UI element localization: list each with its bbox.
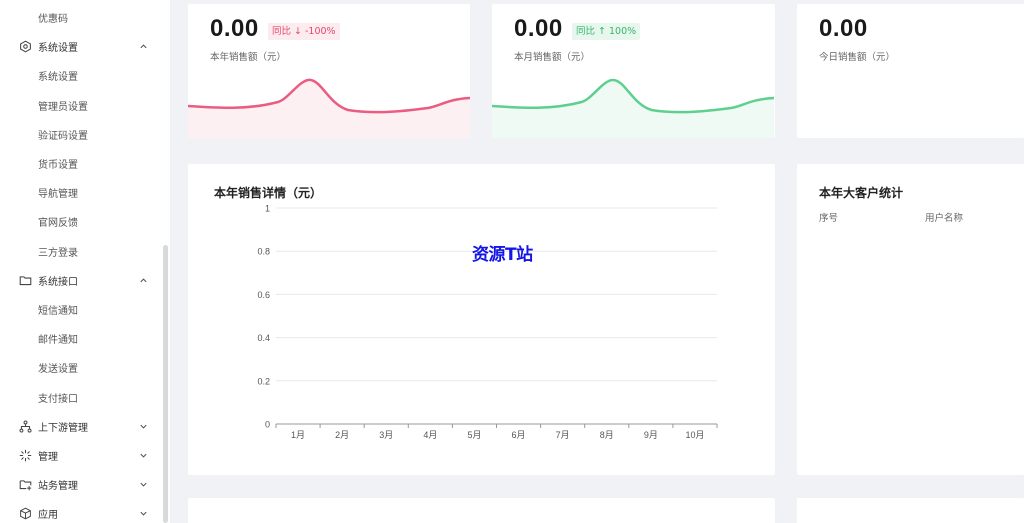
folder-icon bbox=[18, 273, 32, 287]
sidebar-item-label: 应用 bbox=[38, 510, 58, 522]
chevron-down-icon[interactable] bbox=[138, 421, 148, 431]
sidebar-item-label: 优惠码 bbox=[38, 14, 68, 25]
sidebar-item-label: 支付接口 bbox=[38, 393, 78, 405]
network-icon bbox=[18, 419, 32, 433]
sidebar-item-label: 短信通知 bbox=[38, 306, 78, 317]
sidebar-item-label: 邮件通知 bbox=[38, 335, 78, 347]
chevron-up-icon[interactable] bbox=[138, 275, 148, 285]
sidebar-group[interactable]: 应用 bbox=[0, 499, 162, 523]
sidebar-item[interactable]: 发送设置 bbox=[0, 353, 162, 382]
stat-card-today: 0.00 今日销售额（元） bbox=[797, 4, 1024, 138]
sidebar-item[interactable]: 三方登录 bbox=[0, 237, 162, 266]
sidebar-item-label: 系统设置 bbox=[38, 43, 78, 55]
sidebar-item-label: 货币设置 bbox=[38, 160, 78, 171]
sales-detail-title: 本年销售详情（元） bbox=[214, 186, 323, 200]
column-header-index: 序号 bbox=[819, 213, 839, 224]
stat-value: 0.00 bbox=[210, 15, 259, 42]
sidebar-item[interactable]: 货币设置 bbox=[0, 149, 162, 178]
sidebar-item-label: 站务管理 bbox=[38, 481, 78, 493]
sidebar-group[interactable]: 上下游管理 bbox=[0, 412, 162, 441]
sidebar-item[interactable]: 优惠码 bbox=[0, 3, 162, 32]
stat-label: 本年销售额（元） bbox=[210, 52, 287, 63]
chevron-up-icon[interactable] bbox=[138, 42, 148, 52]
sidebar-group[interactable]: 系统接口 bbox=[0, 266, 162, 295]
sales-detail-panel bbox=[188, 164, 775, 475]
chevron-down-icon[interactable] bbox=[138, 480, 148, 490]
column-header-username: 用户名称 bbox=[925, 213, 964, 224]
sidebar: 优惠码 系统设置 系统设置 管理员设置 验证码设置 货币设置 导航管理 官网反馈 三方登录 系统接… bbox=[0, 0, 170, 523]
sidebar-item[interactable]: 导航管理 bbox=[0, 178, 162, 207]
sidebar-group[interactable]: 管理 bbox=[0, 441, 162, 470]
top-customer-title: 本年大客户统计 bbox=[819, 186, 904, 200]
sidebar-item-label: 系统接口 bbox=[38, 276, 78, 288]
bottom-panel-right bbox=[797, 498, 1024, 523]
sidebar-item-label: 验证码设置 bbox=[38, 130, 88, 142]
sidebar-item[interactable]: 验证码设置 bbox=[0, 120, 162, 149]
sidebar-item[interactable]: 邮件通知 bbox=[0, 324, 162, 353]
sidebar-item[interactable]: 系统设置 bbox=[0, 61, 162, 90]
stat-label: 今日销售额（元） bbox=[819, 52, 896, 63]
sidebar-item-label: 管理员设置 bbox=[38, 101, 88, 113]
sidebar-item-label: 发送设置 bbox=[38, 364, 78, 376]
sidebar-group[interactable]: 站务管理 bbox=[0, 470, 162, 499]
stat-card-year: 0.00 同比 ↓ -100% 本年销售额（元） bbox=[188, 4, 470, 138]
yoy-badge: 同比 ↓ -100% bbox=[268, 23, 340, 40]
stat-card-month: 0.00 同比 ↑ 100% 本月销售额（元） bbox=[492, 4, 775, 138]
folder-add-icon bbox=[18, 478, 32, 492]
stat-label: 本月销售额（元） bbox=[514, 52, 591, 63]
sidebar-item[interactable]: 管理员设置 bbox=[0, 91, 162, 120]
sidebar-item-label: 管理 bbox=[38, 452, 58, 463]
sidebar-item-label: 系统设置 bbox=[38, 72, 78, 84]
chevron-down-icon[interactable] bbox=[138, 509, 148, 519]
chevron-down-icon[interactable] bbox=[138, 451, 148, 461]
sidebar-item[interactable]: 短信通知 bbox=[0, 295, 162, 324]
watermark-text: 资源T站 bbox=[472, 245, 533, 265]
sidebar-group[interactable]: 系统设置 bbox=[0, 32, 162, 61]
sidebar-item[interactable]: 支付接口 bbox=[0, 383, 162, 412]
bottom-panel-left bbox=[188, 498, 775, 523]
sidebar-item-label: 导航管理 bbox=[38, 189, 78, 201]
sparkline-chart bbox=[492, 78, 774, 138]
yoy-badge: 同比 ↑ 100% bbox=[572, 23, 641, 40]
sidebar-item-label: 官网反馈 bbox=[38, 218, 78, 230]
sidebar-item-label: 上下游管理 bbox=[38, 422, 88, 434]
cube-icon bbox=[18, 507, 32, 521]
sparkline-chart bbox=[188, 78, 470, 138]
sidebar-scrollbar[interactable] bbox=[163, 245, 168, 523]
stat-value: 0.00 bbox=[819, 15, 868, 42]
hexagon-settings-icon bbox=[18, 40, 32, 54]
stat-value: 0.00 bbox=[514, 15, 563, 42]
sparkle-icon bbox=[18, 449, 32, 463]
sidebar-item[interactable]: 官网反馈 bbox=[0, 207, 162, 236]
sidebar-item-label: 三方登录 bbox=[38, 247, 78, 259]
